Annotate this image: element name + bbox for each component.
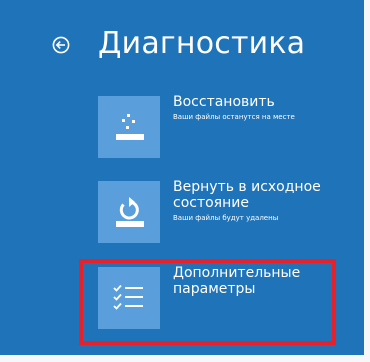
option-advanced[interactable]: Дополнительные параметры [98, 265, 348, 331]
checklist-icon [113, 284, 143, 310]
restore-icon [116, 114, 144, 140]
back-arrow-icon [52, 36, 70, 54]
page-title: Диагностика [98, 26, 306, 61]
reset-icon [116, 197, 144, 227]
option-description: Ваши файлы будут удалены [173, 214, 279, 222]
option-tile [98, 181, 160, 243]
option-description: Ваши файлы останутся на месте [173, 113, 295, 121]
back-button[interactable] [52, 36, 70, 54]
option-tile [98, 267, 160, 329]
option-text: Восстановить Ваши файлы останутся на мес… [173, 94, 348, 122]
option-text: Вернуть в исходное состояние Ваши файлы … [173, 179, 348, 223]
option-tile [98, 96, 160, 158]
option-restore[interactable]: Восстановить Ваши файлы останутся на мес… [98, 94, 348, 160]
option-reset[interactable]: Вернуть в исходное состояние Ваши файлы … [98, 179, 348, 245]
option-text: Дополнительные параметры [173, 265, 348, 297]
option-label: Вернуть в исходное состояние [173, 179, 321, 211]
recovery-screen: Диагностика Восстановить Ваши файлы оста… [0, 0, 364, 355]
option-label: Дополнительные параметры [173, 265, 301, 297]
option-label: Восстановить [173, 94, 275, 110]
